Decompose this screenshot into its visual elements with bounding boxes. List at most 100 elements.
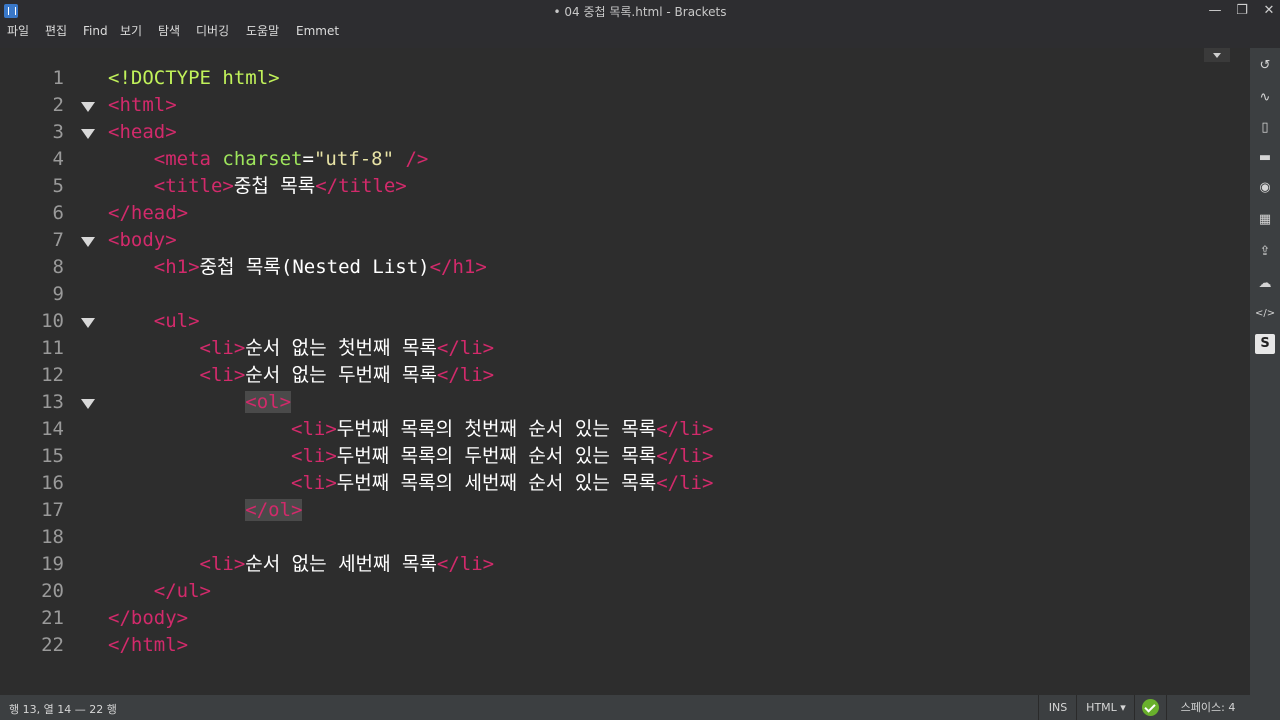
upload-icon[interactable]: ⇪ xyxy=(1255,242,1275,262)
indent-setting[interactable]: 스페이스: 4 xyxy=(1170,695,1246,720)
code-line[interactable]: 21 </body> xyxy=(0,604,1230,631)
code-token: </h1> xyxy=(429,256,487,278)
code-token: <li> xyxy=(291,472,337,494)
menu-edit[interactable]: 편집 xyxy=(45,22,67,49)
code-token: </li> xyxy=(436,553,495,575)
code-line[interactable]: 12 <li>순서 없는 두번째 목록</li> xyxy=(0,361,1230,388)
code-token: </ol> xyxy=(245,499,303,521)
status-divider xyxy=(1038,695,1039,720)
line-number: 1 xyxy=(52,67,64,89)
line-number: 17 xyxy=(41,499,64,521)
code-text: <body> xyxy=(108,229,177,251)
cloud-icon[interactable]: ☁ xyxy=(1255,274,1275,294)
code-line[interactable]: 11 <li>순서 없는 첫번째 목록</li> xyxy=(0,334,1230,361)
fold-arrow-icon[interactable] xyxy=(81,129,95,139)
code-line[interactable]: 13 <ol> xyxy=(0,388,1230,415)
fold-arrow-icon[interactable] xyxy=(81,237,95,247)
fold-arrow-icon[interactable] xyxy=(81,102,95,112)
line-number: 20 xyxy=(41,580,64,602)
code-line[interactable]: 16 <li>두번째 목록의 세번째 순서 있는 목록</li> xyxy=(0,469,1230,496)
menu-view[interactable]: 보기 xyxy=(120,22,142,49)
code-token: </li> xyxy=(656,445,714,467)
code-line[interactable]: 5 <title>중첩 목록</title> xyxy=(0,172,1230,199)
menu-debug[interactable]: 디버깅 xyxy=(196,22,229,49)
trend-icon[interactable]: ∿ xyxy=(1255,88,1275,108)
menu-navigate[interactable]: 탐색 xyxy=(158,22,180,49)
code-token: <meta xyxy=(153,148,211,170)
menu-emmet[interactable]: Emmet xyxy=(296,22,339,49)
close-button[interactable]: ✕ xyxy=(1254,2,1280,20)
code-text: <html> xyxy=(108,94,177,116)
code-line[interactable]: 18 xyxy=(0,523,1230,550)
code-line[interactable]: 6 </head> xyxy=(0,199,1230,226)
code-text: <li>순서 없는 두번째 목록</li> xyxy=(108,365,495,385)
code-icon[interactable]: </> xyxy=(1255,304,1275,324)
menu-help[interactable]: 도움말 xyxy=(246,22,279,49)
lint-ok-icon[interactable] xyxy=(1142,699,1159,716)
code-token: <li> xyxy=(291,418,337,440)
line-number: 13 xyxy=(41,391,64,413)
menu-file[interactable]: 파일 xyxy=(7,22,29,49)
line-number: 7 xyxy=(52,229,64,251)
code-token: </li> xyxy=(656,472,714,494)
restore-button[interactable]: ❐ xyxy=(1227,2,1257,20)
extension-icon[interactable]: ▬ xyxy=(1255,148,1275,168)
chevron-down-icon[interactable] xyxy=(1204,48,1230,62)
code-token: 두번째 목록의 세번째 순서 있는 목록 xyxy=(336,472,657,494)
cursor-position: 행 13, 열 14 — 22 행 xyxy=(9,703,117,716)
code-token: <li> xyxy=(291,445,337,467)
code-line[interactable]: 20 </ul> xyxy=(0,577,1230,604)
code-token: 중첩 목록 xyxy=(233,175,316,197)
theme-icon[interactable]: ◉ xyxy=(1255,178,1275,198)
code-line[interactable]: 3 <head> xyxy=(0,118,1230,145)
code-token: <title> xyxy=(153,175,234,197)
code-text: <title>중첩 목록</title> xyxy=(108,176,407,196)
language-select[interactable]: HTML ▾ xyxy=(1078,695,1134,720)
status-bar: 행 13, 열 14 — 22 행 INS HTML ▾ 스페이스: 4 xyxy=(0,695,1280,720)
fold-arrow-icon[interactable] xyxy=(81,318,95,328)
code-token: 두번째 목록의 두번째 순서 있는 목록 xyxy=(336,445,657,467)
code-line[interactable]: 14 <li>두번째 목록의 첫번째 순서 있는 목록</li> xyxy=(0,415,1230,442)
live-preview-icon[interactable]: ↺ xyxy=(1255,56,1275,76)
window-title: • 04 중첩 목록.html - Brackets xyxy=(553,5,727,19)
fold-arrow-icon[interactable] xyxy=(81,399,95,409)
code-line[interactable]: 22 </html> xyxy=(0,631,1230,658)
code-line[interactable]: 8 <h1>중첩 목록(Nested List)</h1> xyxy=(0,253,1230,280)
code-line[interactable]: 4 <meta charset="utf-8" /> xyxy=(0,145,1230,172)
line-number: 10 xyxy=(41,310,64,332)
code-token: </li> xyxy=(436,337,495,359)
line-number: 6 xyxy=(52,202,64,224)
code-text: <h1>중첩 목록(Nested List)</h1> xyxy=(108,257,487,277)
status-divider xyxy=(1076,695,1077,720)
line-number: 16 xyxy=(41,472,64,494)
line-number: 12 xyxy=(41,364,64,386)
line-number: 2 xyxy=(52,94,64,116)
code-token: 두번째 목록의 첫번째 순서 있는 목록 xyxy=(336,418,657,440)
code-line[interactable]: 7 <body> xyxy=(0,226,1230,253)
code-token: "utf-8" xyxy=(313,148,395,170)
code-line[interactable]: 19 <li>순서 없는 세번째 목록</li> xyxy=(0,550,1230,577)
code-text: <li>순서 없는 첫번째 목록</li> xyxy=(108,337,495,359)
line-number: 21 xyxy=(41,607,64,629)
code-token: /> xyxy=(405,148,429,170)
file-search-icon[interactable]: ▯ xyxy=(1255,118,1275,138)
insert-mode-toggle[interactable]: INS xyxy=(1040,695,1076,720)
code-line[interactable]: 10 <ul> xyxy=(0,307,1230,334)
code-line[interactable]: 2 <html> xyxy=(0,91,1230,118)
status-divider xyxy=(1134,695,1135,720)
code-token: 순서 없는 첫번째 목록 xyxy=(245,337,437,359)
code-editor[interactable]: 1 <!DOCTYPE html> 2 <html> 3 <head> 4 <m… xyxy=(0,48,1250,695)
code-line[interactable]: 1 <!DOCTYPE html> xyxy=(0,64,1230,91)
s-icon[interactable]: S xyxy=(1255,334,1275,354)
minimize-button[interactable]: — xyxy=(1200,2,1230,20)
code-line[interactable]: 9 xyxy=(0,280,1230,307)
code-text: <li>두번째 목록의 첫번째 순서 있는 목록</li> xyxy=(108,419,713,439)
code-token: = xyxy=(302,148,314,170)
menu-find[interactable]: Find xyxy=(83,22,108,49)
code-line[interactable]: 15 <li>두번째 목록의 두번째 순서 있는 목록</li> xyxy=(0,442,1230,469)
checker-icon[interactable]: ▦ xyxy=(1255,210,1275,230)
status-divider xyxy=(1166,695,1167,720)
code-text: <ul> xyxy=(108,311,200,331)
code-line[interactable]: 17 </ol> xyxy=(0,496,1230,523)
line-number: 14 xyxy=(41,418,64,440)
